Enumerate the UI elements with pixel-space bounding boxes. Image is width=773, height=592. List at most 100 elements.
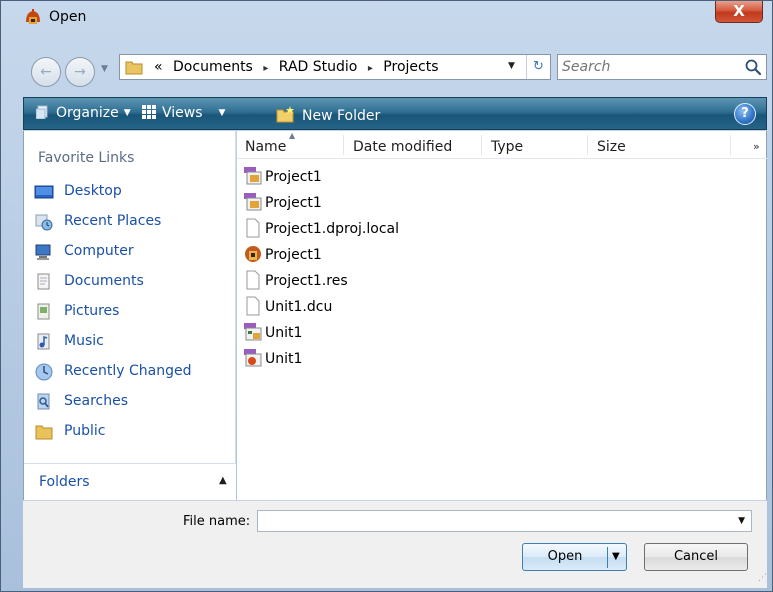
blank-file-icon <box>246 296 260 316</box>
pictures-icon <box>37 303 50 320</box>
file-name: Project1.dproj.local <box>265 221 400 237</box>
open-options-dropdown-icon[interactable]: ▼ <box>612 551 620 562</box>
back-button[interactable]: ← <box>31 57 61 87</box>
file-list-pane: ▲ Name Date modified Type Size » Project… <box>237 131 767 500</box>
file-row[interactable]: Project1 <box>243 191 543 213</box>
sidebar-item-label: Public <box>64 423 106 439</box>
file-row[interactable]: Project1 <box>243 165 543 187</box>
new-folder-button[interactable]: New Folder <box>276 105 380 124</box>
breadcrumb: « Documents ▸ RAD Studio ▸ Projects <box>154 59 445 75</box>
forward-button[interactable]: → <box>65 57 95 87</box>
address-dropdown-icon[interactable]: ▼ <box>508 61 515 71</box>
refresh-icon[interactable]: ↻ <box>526 55 550 79</box>
delphi-form-icon <box>244 323 262 341</box>
file-row[interactable]: Unit1.dcu <box>243 295 543 317</box>
address-bar[interactable]: « Documents ▸ RAD Studio ▸ Projects ▼ ↻ <box>119 54 551 80</box>
views-icon <box>142 105 156 119</box>
file-row[interactable]: Project1.res <box>243 269 543 291</box>
breadcrumb-rad-studio[interactable]: RAD Studio <box>279 59 358 75</box>
file-row[interactable]: Unit1 <box>243 321 543 343</box>
computer-icon <box>35 244 51 260</box>
views-menu-button[interactable]: Views ▼ <box>142 105 225 121</box>
new-folder-label: New Folder <box>302 108 381 124</box>
file-name-combobox[interactable]: ▼ <box>257 510 752 532</box>
organize-menu-button[interactable]: Organize ▼ <box>35 105 131 121</box>
close-button[interactable]: X <box>715 1 763 23</box>
chevron-down-icon[interactable]: ▼ <box>738 516 745 526</box>
sidebar-item-label: Recently Changed <box>64 363 192 379</box>
sort-ascending-icon: ▲ <box>289 131 296 140</box>
resize-grip-icon[interactable]: ⋰ <box>758 573 768 583</box>
delphi-unit-icon <box>244 349 262 367</box>
sidebar-item-label: Pictures <box>64 303 120 319</box>
search-box[interactable] <box>557 54 767 80</box>
folders-toggle[interactable]: Folders ▲ <box>24 463 236 500</box>
sidebar-item-public[interactable]: Public <box>34 421 229 443</box>
music-icon <box>37 333 50 350</box>
column-date-modified[interactable]: Date modified <box>353 139 452 155</box>
file-name-label: File name: <box>183 514 251 529</box>
breadcrumb-documents[interactable]: Documents <box>173 59 253 75</box>
dialog-footer: File name: ▼ Open ▼ Cancel ⋰ <box>23 500 767 588</box>
file-row[interactable]: Project1.dproj.local <box>243 217 543 239</box>
views-label: Views <box>162 105 203 121</box>
breadcrumb-separator[interactable]: ▸ <box>368 63 373 74</box>
delphi-helmet-icon <box>26 9 40 24</box>
sidebar-item-music[interactable]: Music <box>34 331 229 353</box>
file-name: Project1 <box>265 169 322 185</box>
file-row[interactable]: Unit1 <box>243 347 543 369</box>
sidebar-item-label: Music <box>64 333 104 349</box>
delphi-project-icon <box>244 193 262 211</box>
blank-file-icon <box>246 218 260 238</box>
chevron-up-icon: ▲ <box>219 475 227 486</box>
public-folder-icon <box>35 425 53 440</box>
breadcrumb-projects[interactable]: Projects <box>383 59 438 75</box>
sidebar-item-label: Searches <box>64 393 129 409</box>
chevron-down-icon: ▼ <box>218 108 226 118</box>
sidebar-item-desktop[interactable]: Desktop <box>34 181 229 203</box>
column-size[interactable]: Size <box>597 139 626 155</box>
organize-label: Organize <box>56 105 119 121</box>
searches-icon <box>37 393 50 410</box>
sidebar-item-label: Desktop <box>64 183 122 199</box>
sidebar-item-label: Recent Places <box>64 213 162 229</box>
sidebar-item-label: Documents <box>64 273 144 289</box>
column-divider[interactable] <box>587 135 588 155</box>
sidebar-item-computer[interactable]: Computer <box>34 241 229 263</box>
sidebar-item-label: Computer <box>64 243 134 259</box>
column-divider[interactable] <box>730 135 731 155</box>
column-divider[interactable] <box>481 135 482 155</box>
recent-pages-dropdown-icon[interactable]: ▼ <box>101 64 108 74</box>
open-split-button[interactable]: Open ▼ <box>522 543 627 571</box>
file-row[interactable]: Project1 <box>243 243 543 265</box>
column-type[interactable]: Type <box>491 139 523 155</box>
column-header-row: ▲ Name Date modified Type Size » <box>237 131 767 159</box>
folders-label: Folders <box>39 474 90 490</box>
open-button-label[interactable]: Open <box>523 549 607 564</box>
more-columns-icon[interactable]: » <box>753 140 760 153</box>
sidebar-item-pictures[interactable]: Pictures <box>34 301 229 323</box>
sidebar-item-recently-changed[interactable]: Recently Changed <box>34 361 229 383</box>
favorite-links-heading: Favorite Links <box>38 150 135 166</box>
breadcrumb-overflow[interactable]: « <box>154 59 163 75</box>
file-name: Unit1 <box>265 325 303 341</box>
help-button[interactable]: ? <box>734 103 756 125</box>
file-name: Project1 <box>265 247 322 263</box>
desktop-icon <box>34 185 54 199</box>
file-name: Project1.res <box>265 273 348 289</box>
column-name[interactable]: Name <box>245 139 286 155</box>
delphi-project-icon <box>244 167 262 185</box>
recently-changed-icon <box>35 363 53 381</box>
recent-places-icon <box>35 214 53 231</box>
sidebar-item-searches[interactable]: Searches <box>34 391 229 413</box>
chevron-down-icon: ▼ <box>123 108 131 118</box>
search-input[interactable] <box>562 58 732 76</box>
column-divider[interactable] <box>343 135 344 155</box>
documents-icon <box>37 273 50 290</box>
search-icon[interactable] <box>744 58 762 76</box>
cancel-button[interactable]: Cancel <box>644 543 748 571</box>
organize-icon <box>35 105 48 120</box>
breadcrumb-separator[interactable]: ▸ <box>263 63 268 74</box>
sidebar-item-recent-places[interactable]: Recent Places <box>34 211 229 233</box>
sidebar-item-documents[interactable]: Documents <box>34 271 229 293</box>
